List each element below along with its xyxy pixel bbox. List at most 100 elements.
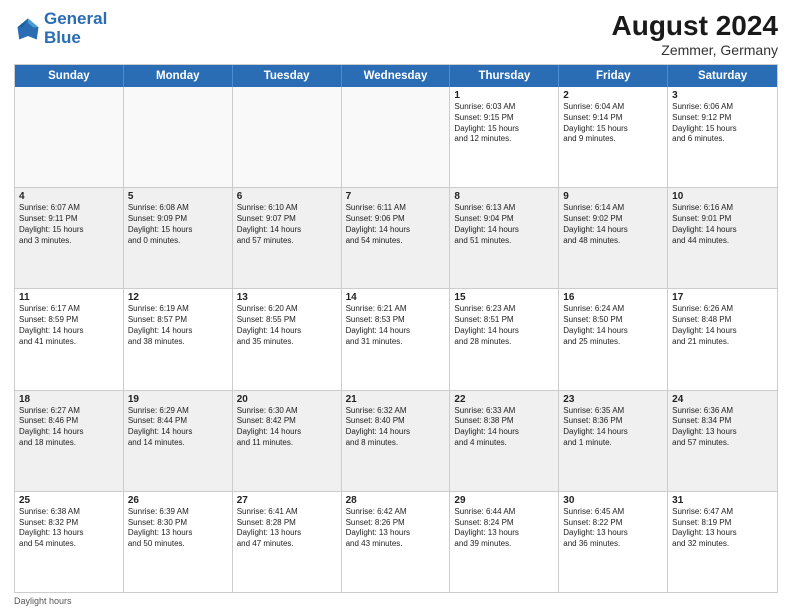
cal-cell — [15, 87, 124, 187]
day-number: 30 — [563, 495, 663, 506]
cal-cell: 27Sunrise: 6:41 AM Sunset: 8:28 PM Dayli… — [233, 492, 342, 592]
logo-icon — [14, 15, 42, 43]
day-number: 14 — [346, 292, 446, 303]
cell-text: Sunrise: 6:26 AM Sunset: 8:48 PM Dayligh… — [672, 304, 773, 347]
cell-text: Sunrise: 6:42 AM Sunset: 8:26 PM Dayligh… — [346, 507, 446, 550]
cal-cell: 5Sunrise: 6:08 AM Sunset: 9:09 PM Daylig… — [124, 188, 233, 288]
cell-text: Sunrise: 6:16 AM Sunset: 9:01 PM Dayligh… — [672, 203, 773, 246]
cell-text: Sunrise: 6:27 AM Sunset: 8:46 PM Dayligh… — [19, 406, 119, 449]
cal-cell: 25Sunrise: 6:38 AM Sunset: 8:32 PM Dayli… — [15, 492, 124, 592]
cal-cell: 14Sunrise: 6:21 AM Sunset: 8:53 PM Dayli… — [342, 289, 451, 389]
cal-cell: 2Sunrise: 6:04 AM Sunset: 9:14 PM Daylig… — [559, 87, 668, 187]
logo-general: General — [44, 9, 107, 28]
cell-text: Sunrise: 6:38 AM Sunset: 8:32 PM Dayligh… — [19, 507, 119, 550]
day-number: 24 — [672, 394, 773, 405]
cell-text: Sunrise: 6:04 AM Sunset: 9:14 PM Dayligh… — [563, 102, 663, 145]
cell-text: Sunrise: 6:24 AM Sunset: 8:50 PM Dayligh… — [563, 304, 663, 347]
day-number: 18 — [19, 394, 119, 405]
day-number: 22 — [454, 394, 554, 405]
week-row-5: 25Sunrise: 6:38 AM Sunset: 8:32 PM Dayli… — [15, 492, 777, 592]
cal-cell: 12Sunrise: 6:19 AM Sunset: 8:57 PM Dayli… — [124, 289, 233, 389]
day-number: 6 — [237, 191, 337, 202]
day-number: 17 — [672, 292, 773, 303]
cal-cell: 23Sunrise: 6:35 AM Sunset: 8:36 PM Dayli… — [559, 391, 668, 491]
cal-cell: 24Sunrise: 6:36 AM Sunset: 8:34 PM Dayli… — [668, 391, 777, 491]
day-number: 23 — [563, 394, 663, 405]
cal-cell: 3Sunrise: 6:06 AM Sunset: 9:12 PM Daylig… — [668, 87, 777, 187]
cell-text: Sunrise: 6:33 AM Sunset: 8:38 PM Dayligh… — [454, 406, 554, 449]
logo-text: General Blue — [44, 10, 107, 47]
cal-cell: 6Sunrise: 6:10 AM Sunset: 9:07 PM Daylig… — [233, 188, 342, 288]
day-header-thursday: Thursday — [450, 65, 559, 87]
day-header-wednesday: Wednesday — [342, 65, 451, 87]
month-year: August 2024 — [612, 10, 779, 42]
cell-text: Sunrise: 6:29 AM Sunset: 8:44 PM Dayligh… — [128, 406, 228, 449]
day-number: 11 — [19, 292, 119, 303]
cal-cell: 11Sunrise: 6:17 AM Sunset: 8:59 PM Dayli… — [15, 289, 124, 389]
day-number: 27 — [237, 495, 337, 506]
day-number: 3 — [672, 90, 773, 101]
day-number: 4 — [19, 191, 119, 202]
cell-text: Sunrise: 6:10 AM Sunset: 9:07 PM Dayligh… — [237, 203, 337, 246]
day-number: 31 — [672, 495, 773, 506]
cal-cell: 15Sunrise: 6:23 AM Sunset: 8:51 PM Dayli… — [450, 289, 559, 389]
cell-text: Sunrise: 6:36 AM Sunset: 8:34 PM Dayligh… — [672, 406, 773, 449]
cell-text: Sunrise: 6:30 AM Sunset: 8:42 PM Dayligh… — [237, 406, 337, 449]
day-number: 28 — [346, 495, 446, 506]
cal-cell: 29Sunrise: 6:44 AM Sunset: 8:24 PM Dayli… — [450, 492, 559, 592]
calendar-body: 1Sunrise: 6:03 AM Sunset: 9:15 PM Daylig… — [15, 87, 777, 592]
cal-cell: 8Sunrise: 6:13 AM Sunset: 9:04 PM Daylig… — [450, 188, 559, 288]
cal-cell: 22Sunrise: 6:33 AM Sunset: 8:38 PM Dayli… — [450, 391, 559, 491]
cal-cell — [124, 87, 233, 187]
day-number: 25 — [19, 495, 119, 506]
day-header-saturday: Saturday — [668, 65, 777, 87]
page: General Blue August 2024 Zemmer, Germany… — [0, 0, 792, 612]
day-number: 20 — [237, 394, 337, 405]
cell-text: Sunrise: 6:03 AM Sunset: 9:15 PM Dayligh… — [454, 102, 554, 145]
day-number: 2 — [563, 90, 663, 101]
day-number: 7 — [346, 191, 446, 202]
header: General Blue August 2024 Zemmer, Germany — [14, 10, 778, 58]
cal-cell: 9Sunrise: 6:14 AM Sunset: 9:02 PM Daylig… — [559, 188, 668, 288]
day-header-monday: Monday — [124, 65, 233, 87]
day-number: 29 — [454, 495, 554, 506]
cal-cell: 28Sunrise: 6:42 AM Sunset: 8:26 PM Dayli… — [342, 492, 451, 592]
week-row-2: 4Sunrise: 6:07 AM Sunset: 9:11 PM Daylig… — [15, 188, 777, 289]
cell-text: Sunrise: 6:47 AM Sunset: 8:19 PM Dayligh… — [672, 507, 773, 550]
cal-cell: 16Sunrise: 6:24 AM Sunset: 8:50 PM Dayli… — [559, 289, 668, 389]
day-number: 5 — [128, 191, 228, 202]
cell-text: Sunrise: 6:32 AM Sunset: 8:40 PM Dayligh… — [346, 406, 446, 449]
cell-text: Sunrise: 6:39 AM Sunset: 8:30 PM Dayligh… — [128, 507, 228, 550]
cal-cell: 10Sunrise: 6:16 AM Sunset: 9:01 PM Dayli… — [668, 188, 777, 288]
calendar-header-row: SundayMondayTuesdayWednesdayThursdayFrid… — [15, 65, 777, 87]
cal-cell — [342, 87, 451, 187]
week-row-3: 11Sunrise: 6:17 AM Sunset: 8:59 PM Dayli… — [15, 289, 777, 390]
cal-cell: 4Sunrise: 6:07 AM Sunset: 9:11 PM Daylig… — [15, 188, 124, 288]
day-number: 8 — [454, 191, 554, 202]
cal-cell: 26Sunrise: 6:39 AM Sunset: 8:30 PM Dayli… — [124, 492, 233, 592]
day-number: 10 — [672, 191, 773, 202]
cell-text: Sunrise: 6:17 AM Sunset: 8:59 PM Dayligh… — [19, 304, 119, 347]
cell-text: Sunrise: 6:07 AM Sunset: 9:11 PM Dayligh… — [19, 203, 119, 246]
day-number: 19 — [128, 394, 228, 405]
logo: General Blue — [14, 10, 107, 47]
day-header-tuesday: Tuesday — [233, 65, 342, 87]
cal-cell: 21Sunrise: 6:32 AM Sunset: 8:40 PM Dayli… — [342, 391, 451, 491]
day-number: 21 — [346, 394, 446, 405]
cal-cell: 18Sunrise: 6:27 AM Sunset: 8:46 PM Dayli… — [15, 391, 124, 491]
day-number: 26 — [128, 495, 228, 506]
cal-cell: 13Sunrise: 6:20 AM Sunset: 8:55 PM Dayli… — [233, 289, 342, 389]
cal-cell — [233, 87, 342, 187]
cal-cell: 19Sunrise: 6:29 AM Sunset: 8:44 PM Dayli… — [124, 391, 233, 491]
day-number: 13 — [237, 292, 337, 303]
title-block: August 2024 Zemmer, Germany — [612, 10, 779, 58]
location: Zemmer, Germany — [612, 42, 779, 58]
cell-text: Sunrise: 6:35 AM Sunset: 8:36 PM Dayligh… — [563, 406, 663, 449]
day-header-sunday: Sunday — [15, 65, 124, 87]
cal-cell: 7Sunrise: 6:11 AM Sunset: 9:06 PM Daylig… — [342, 188, 451, 288]
cell-text: Sunrise: 6:20 AM Sunset: 8:55 PM Dayligh… — [237, 304, 337, 347]
cal-cell: 20Sunrise: 6:30 AM Sunset: 8:42 PM Dayli… — [233, 391, 342, 491]
calendar: SundayMondayTuesdayWednesdayThursdayFrid… — [14, 64, 778, 593]
cal-cell: 17Sunrise: 6:26 AM Sunset: 8:48 PM Dayli… — [668, 289, 777, 389]
cell-text: Sunrise: 6:45 AM Sunset: 8:22 PM Dayligh… — [563, 507, 663, 550]
